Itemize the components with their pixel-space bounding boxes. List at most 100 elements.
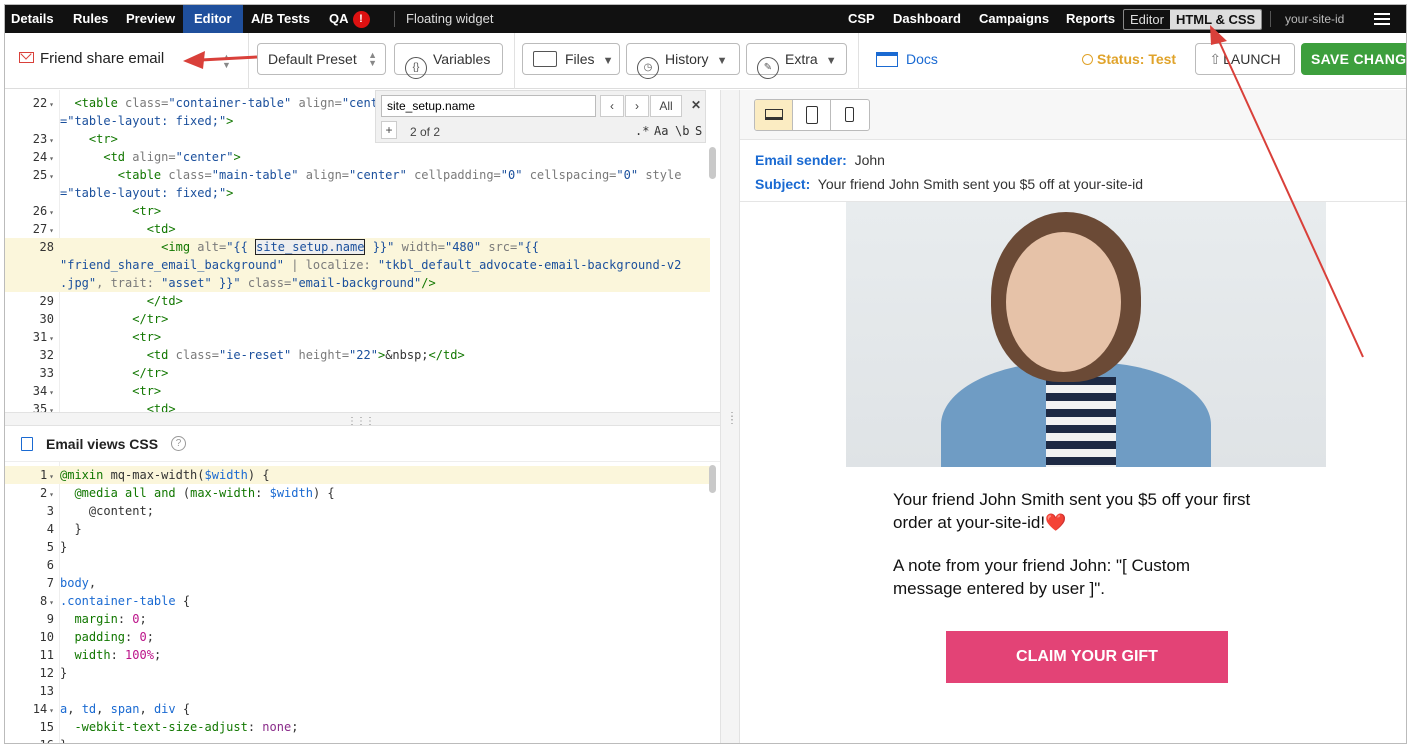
code-line[interactable]: @media all and (max-width: $width) { <box>60 484 710 502</box>
find-all-button[interactable]: All <box>650 95 682 117</box>
code-line[interactable]: <td class="ie-reset" height="22">&nbsp;<… <box>60 346 710 364</box>
code-line[interactable]: } <box>60 736 710 743</box>
extra-button[interactable]: ✎ Extra ▼ <box>746 43 847 79</box>
vertical-splitter[interactable]: ⋮ ⋮ <box>720 90 740 743</box>
tab-ab-tests[interactable]: A/B Tests <box>251 5 310 33</box>
fold-toggle-icon[interactable]: ▾ <box>49 334 54 343</box>
line-number <box>5 184 60 202</box>
code-line[interactable]: a, td, span, div { <box>60 700 710 718</box>
line-number: 27 ▾ <box>32 222 54 236</box>
code-line[interactable]: padding: 0; <box>60 628 710 646</box>
code-line[interactable]: <td> <box>60 220 710 238</box>
code-line[interactable]: </tr> <box>60 310 710 328</box>
docs-link[interactable]: Docs <box>876 51 938 67</box>
tab-preview[interactable]: Preview <box>126 5 175 33</box>
nav-csp[interactable]: CSP <box>848 5 875 33</box>
find-prev-button[interactable]: ‹ <box>600 95 624 117</box>
code-line[interactable] <box>60 682 710 700</box>
tab-editor[interactable]: Editor <box>183 5 243 33</box>
code-line[interactable]: .jpg", trait: "asset" }}" class="email-b… <box>60 274 710 292</box>
fold-toggle-icon[interactable]: ▾ <box>49 172 54 181</box>
code-line[interactable]: <tr> <box>60 382 710 400</box>
docs-book-icon <box>876 52 898 67</box>
code-line[interactable]: .container-table { <box>60 592 710 610</box>
fold-toggle-icon[interactable]: ▾ <box>49 136 54 145</box>
campaign-title[interactable]: Friend share email <box>19 50 164 67</box>
code-line[interactable]: } <box>60 664 710 682</box>
find-input[interactable] <box>381 95 596 117</box>
code-line[interactable]: -webkit-text-size-adjust: none; <box>60 718 710 736</box>
hamburger-menu-icon[interactable] <box>1374 13 1390 25</box>
history-button[interactable]: ◷ History ▼ <box>626 43 740 79</box>
line-number: 31 ▾ <box>32 330 54 344</box>
mode-html-css-option[interactable]: HTML & CSS <box>1169 10 1262 29</box>
code-line[interactable]: <table class="main-table" align="center"… <box>60 166 710 184</box>
code-line[interactable]: } <box>60 520 710 538</box>
find-next-button[interactable]: › <box>625 95 649 117</box>
tablet-view-button[interactable] <box>793 100 831 130</box>
fold-toggle-icon[interactable]: ▾ <box>49 154 54 163</box>
status-dot-icon <box>1082 54 1093 65</box>
whole-word-toggle[interactable]: \b <box>675 122 689 140</box>
divider <box>394 11 395 27</box>
nav-reports[interactable]: Reports <box>1066 5 1115 33</box>
fold-toggle-icon[interactable]: ▾ <box>49 598 54 607</box>
code-line[interactable]: width: 100%; <box>60 646 710 664</box>
preset-select[interactable]: Default Preset ▲ ▼ <box>257 43 386 75</box>
fold-toggle-icon[interactable]: ▾ <box>49 226 54 235</box>
mode-editor-option[interactable]: Editor <box>1124 10 1170 29</box>
fold-toggle-icon[interactable]: ▾ <box>49 100 54 109</box>
code-line[interactable]: <td> <box>60 400 710 412</box>
horizontal-splitter[interactable]: ⋮⋮⋮ <box>5 412 727 427</box>
code-line[interactable]: @mixin mq-max-width($width) { <box>60 466 710 484</box>
code-line[interactable]: <img alt="{{ site_setup.name }}" width="… <box>60 238 710 256</box>
fold-toggle-icon[interactable]: ▾ <box>49 208 54 217</box>
code-scrollbar[interactable] <box>709 147 716 179</box>
close-icon[interactable]: ✕ <box>684 95 708 117</box>
claim-gift-button[interactable]: CLAIM YOUR GIFT <box>946 631 1228 683</box>
code-line[interactable]: @content; <box>60 502 710 520</box>
tab-qa[interactable]: QA! <box>329 5 370 33</box>
site-id-selector[interactable]: your-site-id <box>1285 5 1344 33</box>
email-note: A note from your friend John: "[ Custom … <box>893 554 1190 600</box>
search-in-selection-toggle[interactable]: S <box>695 122 702 140</box>
nav-dashboard[interactable]: Dashboard <box>893 5 961 33</box>
mobile-view-button[interactable] <box>831 100 869 130</box>
code-line[interactable]: margin: 0; <box>60 610 710 628</box>
code-line[interactable]: body, <box>60 574 710 592</box>
fold-toggle-icon[interactable]: ▾ <box>49 388 54 397</box>
tab-details[interactable]: Details <box>5 5 60 33</box>
find-replace-toggle[interactable]: + <box>381 121 397 139</box>
files-button[interactable]: Files ▼ <box>522 43 620 75</box>
nav-campaigns[interactable]: Campaigns <box>979 5 1049 33</box>
device-toolbar <box>740 90 1406 140</box>
fold-toggle-icon[interactable]: ▾ <box>49 706 54 715</box>
code-line[interactable]: <tr> <box>60 328 710 346</box>
save-changes-button[interactable]: SAVE CHANGES <box>1301 43 1406 75</box>
divider <box>248 33 249 89</box>
help-icon[interactable]: ? <box>171 436 186 451</box>
code-line[interactable]: } <box>60 538 710 556</box>
regex-toggle[interactable]: .* <box>635 122 649 140</box>
tab-rules[interactable]: Rules <box>73 5 108 33</box>
css-code-editor[interactable]: @mixin mq-max-width($width) { @media all… <box>5 462 720 743</box>
line-number: 16 <box>5 736 60 743</box>
code-line[interactable]: <td align="center"> <box>60 148 710 166</box>
case-sensitive-toggle[interactable]: Aa <box>654 122 668 140</box>
code-line[interactable]: </td> <box>60 292 710 310</box>
launch-button[interactable]: ⇧ LAUNCH <box>1195 43 1295 75</box>
campaign-switch-chevrons-icon[interactable]: ▲ ▼ <box>222 53 231 70</box>
code-line[interactable]: "friend_share_email_background" | locali… <box>60 256 710 274</box>
css-scrollbar[interactable] <box>709 465 716 493</box>
fold-toggle-icon[interactable]: ▾ <box>49 472 54 481</box>
code-line[interactable]: <tr> <box>60 202 710 220</box>
floating-widget-label[interactable]: Floating widget <box>406 5 493 33</box>
variables-button[interactable]: {} Variables <box>394 43 503 79</box>
code-line[interactable] <box>60 556 710 574</box>
html-code-editor[interactable]: <table class="container-table" align="ce… <box>5 90 720 412</box>
mode-switch[interactable]: Editor HTML & CSS <box>1123 9 1263 30</box>
fold-toggle-icon[interactable]: ▾ <box>49 490 54 499</box>
desktop-view-button[interactable] <box>755 100 793 130</box>
code-line[interactable]: </tr> <box>60 364 710 382</box>
code-line[interactable]: ="table-layout: fixed;"> <box>60 184 710 202</box>
